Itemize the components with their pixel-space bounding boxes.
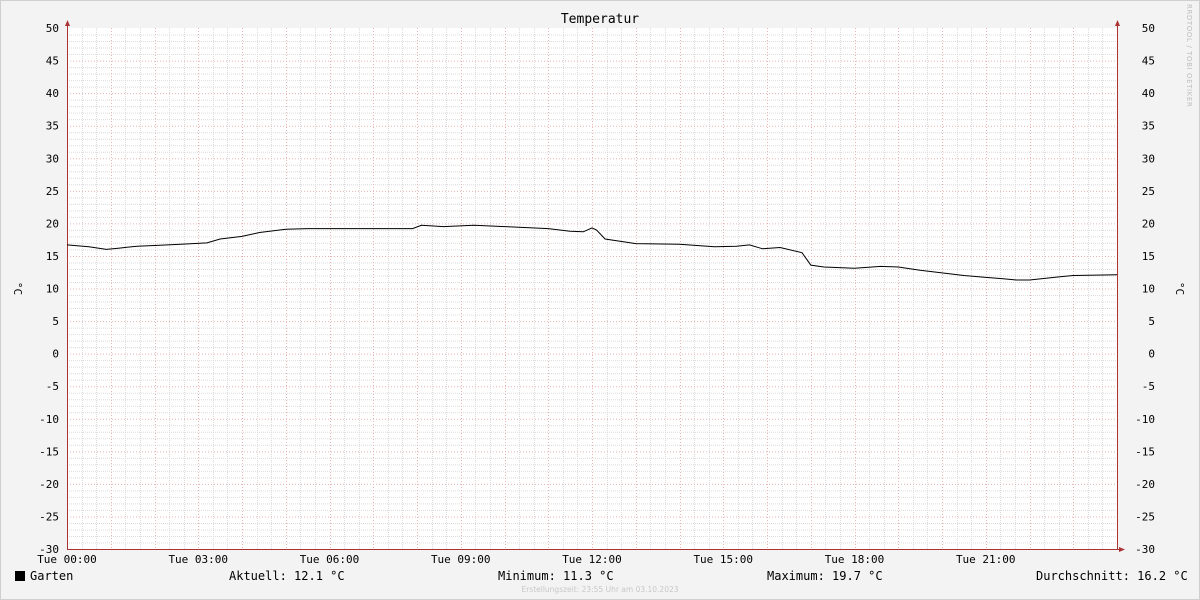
legend-maximum: Maximum: 19.7 °C: [767, 569, 883, 583]
legend-average: Durchschnitt: 16.2 °C: [1036, 569, 1188, 583]
y-tick-label-right: -25: [1135, 510, 1155, 523]
y-tick-label-left: -25: [39, 510, 59, 523]
y-tick-label-left: 20: [46, 217, 59, 230]
y-tick-label-right: 40: [1142, 87, 1155, 100]
y-tick-label-right: 35: [1142, 120, 1155, 133]
x-tick-label: Tue 15:00: [693, 553, 753, 566]
y-axis-arrow-right: [1115, 20, 1120, 26]
y-tick-label-left: 0: [52, 348, 59, 361]
y-axis-label-right: °C: [1173, 282, 1186, 295]
y-tick-label-right: 45: [1142, 55, 1155, 68]
y-tick-label-right: -20: [1135, 478, 1155, 491]
y-tick-label-right: 10: [1142, 283, 1155, 296]
x-tick-label: Tue 06:00: [300, 553, 360, 566]
creation-time-footer: Erstellungszeit: 23:55 Uhr am 03.10.2023: [521, 585, 679, 594]
legend-minimum: Minimum: 11.3 °C: [498, 569, 614, 583]
y-tick-label-left: 15: [46, 250, 59, 263]
y-tick-label-right: 5: [1148, 315, 1155, 328]
y-tick-label-left: 35: [46, 120, 59, 133]
y-tick-label-left: -5: [46, 380, 59, 393]
x-tick-label: Tue 03:00: [168, 553, 228, 566]
y-tick-label-right: 0: [1148, 348, 1155, 361]
y-tick-label-left: -10: [39, 413, 59, 426]
x-tick-label: Tue 18:00: [825, 553, 885, 566]
y-tick-label-right: -5: [1142, 380, 1155, 393]
y-tick-label-right: 50: [1142, 22, 1155, 35]
y-tick-label-left: -15: [39, 445, 59, 458]
y-axis-label-left: °C: [11, 282, 24, 295]
y-tick-label-left: 45: [46, 55, 59, 68]
y-tick-label-right: 30: [1142, 152, 1155, 165]
y-tick-label-left: 30: [46, 152, 59, 165]
rrdtool-watermark: RRDTOOL / TOBI OETIKER: [1185, 4, 1193, 108]
x-tick-label: Tue 21:00: [956, 553, 1016, 566]
y-tick-label-left: -20: [39, 478, 59, 491]
legend-swatch: [15, 571, 25, 581]
y-tick-label-right: 15: [1142, 250, 1155, 263]
x-tick-label: Tue 12:00: [562, 553, 622, 566]
y-tick-label-left: 5: [52, 315, 59, 328]
y-tick-label-right: -10: [1135, 413, 1155, 426]
legend-series-name: Garten: [30, 569, 74, 583]
y-tick-label-right: 20: [1142, 217, 1155, 230]
legend-series: Garten: [15, 568, 73, 584]
y-tick-label-left: 10: [46, 283, 59, 296]
x-axis-arrow: [1119, 547, 1125, 552]
y-tick-label-left: 25: [46, 185, 59, 198]
x-tick-label: Tue 09:00: [431, 553, 491, 566]
y-axis-arrow-left: [65, 20, 70, 26]
legend-current: Aktuell: 12.1 °C: [229, 569, 345, 583]
y-tick-label-right: -15: [1135, 445, 1155, 458]
x-tick-label: Tue 00:00: [37, 553, 97, 566]
y-tick-label-left: 40: [46, 87, 59, 100]
y-tick-label-right: 25: [1142, 185, 1155, 198]
chart-title: Temperatur: [561, 12, 639, 27]
temperature-chart: 50 5045 4540 4035 3530 3025 2520 2015 1510 105 50 0…: [11, 12, 1186, 566]
y-tick-label-left: 50: [46, 22, 59, 35]
y-tick-label-right: -30: [1135, 543, 1155, 556]
